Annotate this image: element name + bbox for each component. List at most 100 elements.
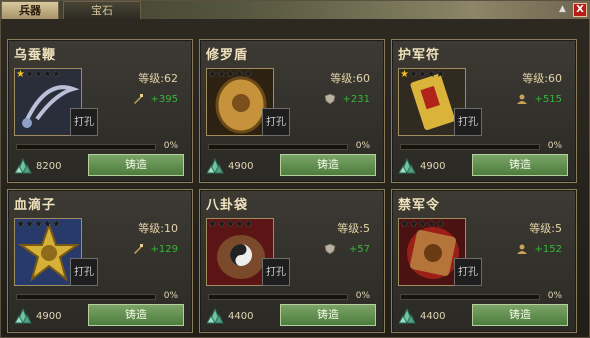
forge-cost: 8200 (36, 161, 62, 172)
star-empty-icon: ★ (208, 219, 217, 230)
item-stars: ★★★★★ (16, 70, 61, 80)
forge-cost: 4400 (420, 311, 446, 322)
item-card-4: 血滴子 ★★★★★ 打孔 等级:10 +129 0% 4900 铸造 (7, 189, 193, 333)
forge-progress-bar (16, 294, 156, 300)
punch-hole-button[interactable]: 打孔 (70, 258, 98, 286)
forge-progress-bar (400, 294, 540, 300)
shield-icon (324, 93, 336, 105)
star-empty-icon: ★ (225, 69, 235, 80)
punch-hole-button[interactable]: 打孔 (454, 258, 482, 286)
gem-cost-icon (206, 308, 224, 324)
item-name: 禁军令 (398, 198, 441, 213)
star-empty-icon: ★ (435, 69, 445, 80)
forge-cost: 4900 (420, 161, 446, 172)
star-empty-icon: ★ (42, 219, 52, 230)
star-empty-icon: ★ (435, 219, 445, 230)
item-stat-bonus: +129 (150, 244, 178, 255)
minimize-icon[interactable]: ▲ (559, 4, 571, 14)
forge-button[interactable]: 铸造 (472, 304, 568, 326)
forge-cost: 4900 (36, 311, 62, 322)
star-empty-icon: ★ (216, 69, 226, 80)
star-empty-icon: ★ (33, 219, 43, 230)
item-stars: ★★★★★ (400, 70, 445, 80)
gem-cost-icon (14, 158, 32, 174)
star-empty-icon: ★ (33, 69, 43, 80)
star-empty-icon: ★ (42, 69, 52, 80)
item-stat-bonus: +395 (150, 94, 178, 105)
item-level: 等级:60 (522, 72, 562, 85)
forge-button[interactable]: 铸造 (88, 154, 184, 176)
item-stat-bonus: +515 (534, 94, 562, 105)
item-stat-bonus: +57 (348, 244, 370, 255)
item-card-3: 护军符 ★★★★★ 打孔 等级:60 +515 0% 4900 铸造 (391, 39, 577, 183)
forge-progress-bar (400, 144, 540, 150)
star-empty-icon: ★ (208, 69, 217, 80)
tab-bar: 兵器 宝石 ▲ X (1, 1, 590, 19)
punch-hole-button[interactable]: 打孔 (262, 108, 290, 136)
item-level: 等级:10 (138, 222, 178, 235)
star-empty-icon: ★ (243, 219, 253, 230)
person-icon (517, 94, 527, 104)
forge-progress-percent: 0% (355, 141, 370, 151)
forge-progress-bar (16, 144, 156, 150)
gem-cost-icon (398, 308, 416, 324)
star-empty-icon: ★ (426, 69, 436, 80)
item-level: 等级:5 (337, 222, 370, 235)
item-card-6: 禁军令 ★★★★★ 打孔 等级:5 +152 0% 4400 铸造 (391, 189, 577, 333)
punch-hole-button[interactable]: 打孔 (262, 258, 290, 286)
forge-progress-percent: 0% (547, 291, 562, 301)
forge-button[interactable]: 铸造 (88, 304, 184, 326)
gem-cost-icon (206, 158, 224, 174)
star-empty-icon: ★ (16, 219, 25, 230)
star-empty-icon: ★ (408, 69, 418, 80)
item-name: 八卦袋 (206, 198, 249, 213)
gem-cost-icon (398, 158, 416, 174)
equipment-forge-panel: 兵器 宝石 ▲ X 乌蚕鞭 ★★★★★ 打孔 等级:62 +395 0% 820… (0, 0, 590, 338)
gem-cost-icon (14, 308, 32, 324)
sword-icon (134, 94, 143, 104)
person-icon (517, 244, 527, 254)
forge-button[interactable]: 铸造 (472, 154, 568, 176)
star-empty-icon: ★ (51, 219, 61, 230)
forge-button[interactable]: 铸造 (280, 304, 376, 326)
star-empty-icon: ★ (234, 69, 244, 80)
item-name: 血滴子 (14, 198, 57, 213)
shield-icon (324, 243, 336, 255)
star-empty-icon: ★ (400, 219, 409, 230)
close-button[interactable]: X (573, 3, 587, 17)
star-empty-icon: ★ (417, 219, 427, 230)
tab-gems[interactable]: 宝石 (63, 1, 141, 19)
tab-weapons[interactable]: 兵器 (1, 1, 59, 19)
sword-icon (134, 244, 143, 254)
star-empty-icon: ★ (216, 219, 226, 230)
star-empty-icon: ★ (24, 219, 34, 230)
item-level: 等级:5 (529, 222, 562, 235)
punch-hole-button[interactable]: 打孔 (454, 108, 482, 136)
item-name: 修罗盾 (206, 48, 249, 63)
star-empty-icon: ★ (51, 69, 61, 80)
forge-progress-percent: 0% (355, 291, 370, 301)
star-empty-icon: ★ (234, 219, 244, 230)
star-filled-icon: ★ (16, 69, 25, 80)
forge-cost: 4900 (228, 161, 254, 172)
forge-progress-percent: 0% (163, 141, 178, 151)
forge-button[interactable]: 铸造 (280, 154, 376, 176)
forge-progress-percent: 0% (163, 291, 178, 301)
item-level: 等级:62 (138, 72, 178, 85)
star-empty-icon: ★ (417, 69, 427, 80)
item-name: 护军符 (398, 48, 441, 63)
item-stat-bonus: +231 (342, 94, 370, 105)
item-stars: ★★★★★ (400, 220, 445, 230)
star-empty-icon: ★ (225, 219, 235, 230)
item-stars: ★★★★★ (16, 220, 61, 230)
forge-progress-bar (208, 144, 348, 150)
star-empty-icon: ★ (243, 69, 253, 80)
item-stars: ★★★★★ (208, 220, 253, 230)
star-filled-icon: ★ (400, 69, 409, 80)
star-empty-icon: ★ (426, 219, 436, 230)
item-name: 乌蚕鞭 (14, 48, 57, 63)
item-level: 等级:60 (330, 72, 370, 85)
forge-progress-percent: 0% (547, 141, 562, 151)
punch-hole-button[interactable]: 打孔 (70, 108, 98, 136)
item-card-2: 修罗盾 ★★★★★ 打孔 等级:60 +231 0% 4900 铸造 (199, 39, 385, 183)
